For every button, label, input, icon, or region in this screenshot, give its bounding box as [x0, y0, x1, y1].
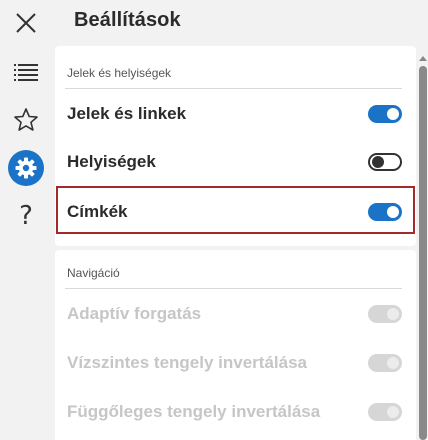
scroll-up-arrow-icon[interactable] [419, 56, 427, 61]
section-label-signs: Jelek és helyiségek [67, 66, 172, 80]
help-icon: ? [19, 201, 33, 231]
settings-button[interactable] [6, 148, 46, 188]
setting-label: Helyiségek [67, 152, 156, 171]
toggle-adaptive-rotation[interactable] [368, 305, 402, 323]
focus-highlight [56, 186, 415, 234]
setting-row-adaptive-rotation: Adaptív forgatás [55, 292, 416, 336]
toggle-knob [387, 308, 399, 320]
setting-row-signs-links: Jelek és linkek [55, 92, 416, 136]
gear-icon [15, 157, 37, 179]
setting-label: Jelek és linkek [67, 104, 187, 123]
toggle-knob [387, 357, 399, 369]
toggle-invert-horizontal[interactable] [368, 354, 402, 372]
setting-row-invert-vertical: Függőleges tengely invertálása [55, 390, 416, 434]
close-button[interactable] [6, 3, 46, 43]
star-icon [14, 108, 38, 131]
favorites-button[interactable] [6, 100, 46, 140]
left-rail: ? [0, 0, 52, 440]
close-icon [16, 13, 36, 33]
setting-label: Vízszintes tengely invertálása [67, 353, 307, 372]
list-icon [14, 64, 38, 81]
help-button[interactable]: ? [6, 196, 46, 236]
toggle-invert-vertical[interactable] [368, 403, 402, 421]
setting-row-invert-horizontal: Vízszintes tengely invertálása [55, 341, 416, 385]
divider [65, 288, 402, 289]
section-label-navigation: Navigáció [67, 266, 120, 280]
toggle-knob [387, 406, 399, 418]
setting-label: Adaptív forgatás [67, 304, 202, 323]
toggle-knob [387, 108, 399, 120]
divider [65, 88, 402, 89]
toggle-signs-links[interactable] [368, 105, 402, 123]
navigation-section: Navigáció Adaptív forgatás Vízszintes te… [55, 250, 416, 440]
setting-row-rooms: Helyiségek [55, 140, 416, 184]
toggle-rooms[interactable] [368, 153, 402, 171]
toggle-knob [372, 156, 384, 168]
page-title: Beállítások [74, 9, 181, 31]
scrollbar-thumb[interactable] [419, 66, 427, 440]
settings-active-indicator [8, 150, 44, 186]
setting-label: Függőleges tengely invertálása [67, 402, 321, 421]
list-button[interactable] [6, 52, 46, 92]
